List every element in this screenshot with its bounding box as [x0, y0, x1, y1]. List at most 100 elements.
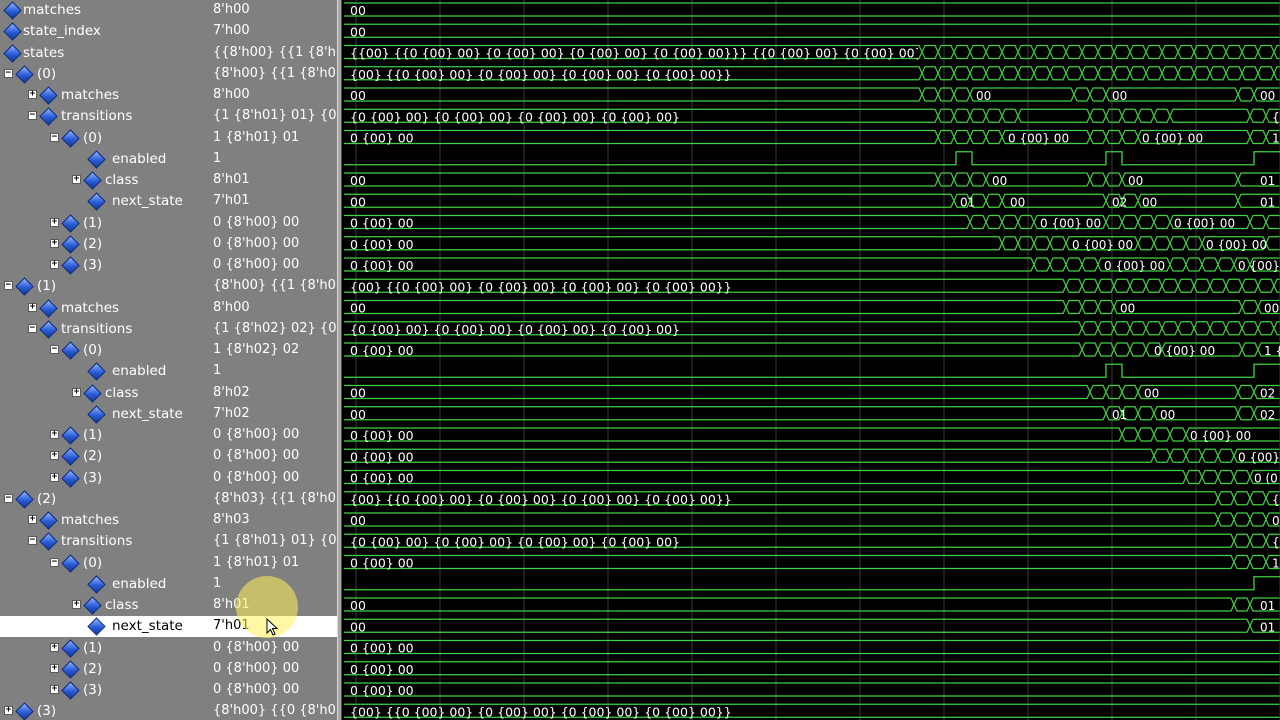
- expand-icon[interactable]: +: [28, 90, 37, 99]
- signal-row[interactable]: + (2): [0, 446, 209, 467]
- expand-icon[interactable]: +: [28, 302, 37, 312]
- signal-row[interactable]: + (3): [0, 255, 209, 276]
- value-row[interactable]: 7'h01: [209, 191, 337, 212]
- signal-row[interactable]: next_state: [0, 616, 209, 637]
- bus-value-label: 01: [1260, 599, 1275, 613]
- signal-row[interactable]: − (0): [0, 340, 209, 361]
- signal-row[interactable]: matches: [0, 0, 209, 21]
- value-row[interactable]: 1: [209, 149, 337, 170]
- signal-row[interactable]: + matches: [0, 85, 209, 106]
- value-row[interactable]: 8'h00: [209, 0, 337, 21]
- value-row[interactable]: {{8'h00} {{1 {8'h...: [209, 43, 337, 64]
- signal-row[interactable]: enabled: [0, 149, 209, 170]
- value-row[interactable]: {1 {8'h02} 02} {0...: [209, 319, 337, 340]
- value-row[interactable]: 0 {8'h00} 00: [209, 234, 337, 255]
- signal-row[interactable]: + matches: [0, 298, 209, 319]
- expand-icon[interactable]: +: [50, 217, 59, 227]
- bus-segment: [1132, 44, 1144, 60]
- signal-row[interactable]: enabled: [0, 574, 209, 595]
- value-row[interactable]: 0 {8'h00} 00: [209, 638, 337, 659]
- value-row[interactable]: 0 {8'h00} 00: [209, 446, 337, 467]
- expand-icon[interactable]: +: [50, 663, 59, 673]
- signal-row[interactable]: + (3): [0, 680, 209, 701]
- signal-row[interactable]: − (1): [0, 276, 209, 297]
- value-row[interactable]: 1 {8'h01} 01: [209, 553, 337, 574]
- collapse-icon[interactable]: −: [4, 281, 13, 291]
- collapse-icon[interactable]: −: [50, 132, 59, 142]
- expand-icon[interactable]: +: [72, 600, 81, 609]
- value-row[interactable]: 0 {8'h00} 00: [209, 468, 337, 489]
- expand-icon[interactable]: +: [50, 238, 59, 248]
- collapse-icon[interactable]: −: [4, 68, 13, 78]
- signal-row[interactable]: − (0): [0, 64, 209, 85]
- waveform-pane[interactable]: 00 00 {{00} {{0 {00} 00} {0 {00} 00} {0 {0…: [342, 0, 1280, 720]
- value-row[interactable]: {8'h00} {{1 {8'h0...: [209, 276, 337, 297]
- value-row[interactable]: 0 {8'h00} 00: [209, 213, 337, 234]
- expand-icon[interactable]: +: [4, 706, 13, 716]
- bus-transition: [1086, 108, 1094, 123]
- signal-row[interactable]: − (0): [0, 553, 209, 574]
- signal-row[interactable]: + (1): [0, 425, 209, 446]
- value-row[interactable]: {8'h00} {{0 {8'h0...: [209, 701, 337, 720]
- value-row[interactable]: 0 {8'h00} 00: [209, 659, 337, 680]
- expand-icon[interactable]: +: [50, 430, 59, 439]
- collapse-icon[interactable]: −: [28, 536, 37, 546]
- value-row[interactable]: 1 {8'h02} 02: [209, 340, 337, 361]
- value-row[interactable]: 1: [209, 361, 337, 382]
- value-row[interactable]: 8'h00: [209, 85, 337, 106]
- value-row[interactable]: 8'h03: [209, 510, 337, 531]
- signal-row[interactable]: − (2): [0, 489, 209, 510]
- signal-row[interactable]: state_index: [0, 21, 209, 42]
- signal-row[interactable]: − transitions: [0, 319, 209, 340]
- signal-row[interactable]: + (1): [0, 638, 209, 659]
- signal-row[interactable]: + (3): [0, 701, 209, 720]
- value-row[interactable]: 8'h01: [209, 170, 337, 191]
- expand-icon[interactable]: +: [28, 515, 37, 524]
- expand-icon[interactable]: +: [50, 472, 59, 482]
- bus-segment: [344, 257, 1032, 272]
- value-row[interactable]: 0 {8'h00} 00: [209, 680, 337, 701]
- expand-icon[interactable]: +: [50, 642, 59, 652]
- signal-row[interactable]: + class: [0, 383, 209, 404]
- bus-segment: [1188, 469, 1200, 485]
- value-row[interactable]: 8'h02: [209, 383, 337, 404]
- value-row[interactable]: 0 {8'h00} 00: [209, 425, 337, 446]
- value-row[interactable]: 8'h00: [209, 298, 337, 319]
- signal-row[interactable]: + class: [0, 170, 209, 191]
- signal-row[interactable]: + (2): [0, 234, 209, 255]
- value-row[interactable]: {8'h03} {{1 {8'h0...: [209, 489, 337, 510]
- signal-row[interactable]: + matches: [0, 510, 209, 531]
- signal-row[interactable]: next_state: [0, 191, 209, 212]
- collapse-icon[interactable]: −: [28, 111, 37, 121]
- value-row[interactable]: {1 {8'h01} 01} {0...: [209, 531, 337, 552]
- signal-row[interactable]: + (2): [0, 659, 209, 680]
- expand-icon[interactable]: +: [72, 387, 81, 397]
- signal-row[interactable]: states: [0, 43, 209, 64]
- value-row[interactable]: 7'h02: [209, 404, 337, 425]
- expand-icon[interactable]: +: [50, 685, 59, 694]
- collapse-icon[interactable]: −: [50, 345, 59, 354]
- expand-icon[interactable]: +: [72, 175, 81, 184]
- value-row[interactable]: 7'h00: [209, 21, 337, 42]
- bus-segment: [344, 299, 1064, 315]
- expand-icon[interactable]: +: [50, 260, 59, 269]
- collapse-icon[interactable]: −: [50, 557, 59, 567]
- value-row[interactable]: {8'h00} {{1 {8'h0...: [209, 64, 337, 85]
- signal-row[interactable]: − (0): [0, 128, 209, 149]
- signal-row[interactable]: enabled: [0, 361, 209, 382]
- bus-transition: [934, 45, 942, 59]
- collapse-icon[interactable]: −: [4, 493, 13, 503]
- signal-row[interactable]: − transitions: [0, 106, 209, 127]
- value-row[interactable]: {1 {8'h01} 01} {0...: [209, 106, 337, 127]
- collapse-icon[interactable]: −: [28, 323, 37, 333]
- signal-row[interactable]: + (3): [0, 468, 209, 489]
- value-row[interactable]: 1 {8'h01} 01: [209, 128, 337, 149]
- signal-row[interactable]: next_state: [0, 404, 209, 425]
- value-row[interactable]: 0 {8'h00} 00: [209, 255, 337, 276]
- signal-row[interactable]: + (1): [0, 213, 209, 234]
- bus-transition: [1134, 385, 1142, 399]
- expand-icon[interactable]: +: [50, 451, 59, 461]
- waveform-canvas[interactable]: 0000{{00} {{0 {00} 00} {0 {00} 00} {0 {0…: [342, 0, 1280, 720]
- signal-row[interactable]: + class: [0, 595, 209, 616]
- signal-row[interactable]: − transitions: [0, 531, 209, 552]
